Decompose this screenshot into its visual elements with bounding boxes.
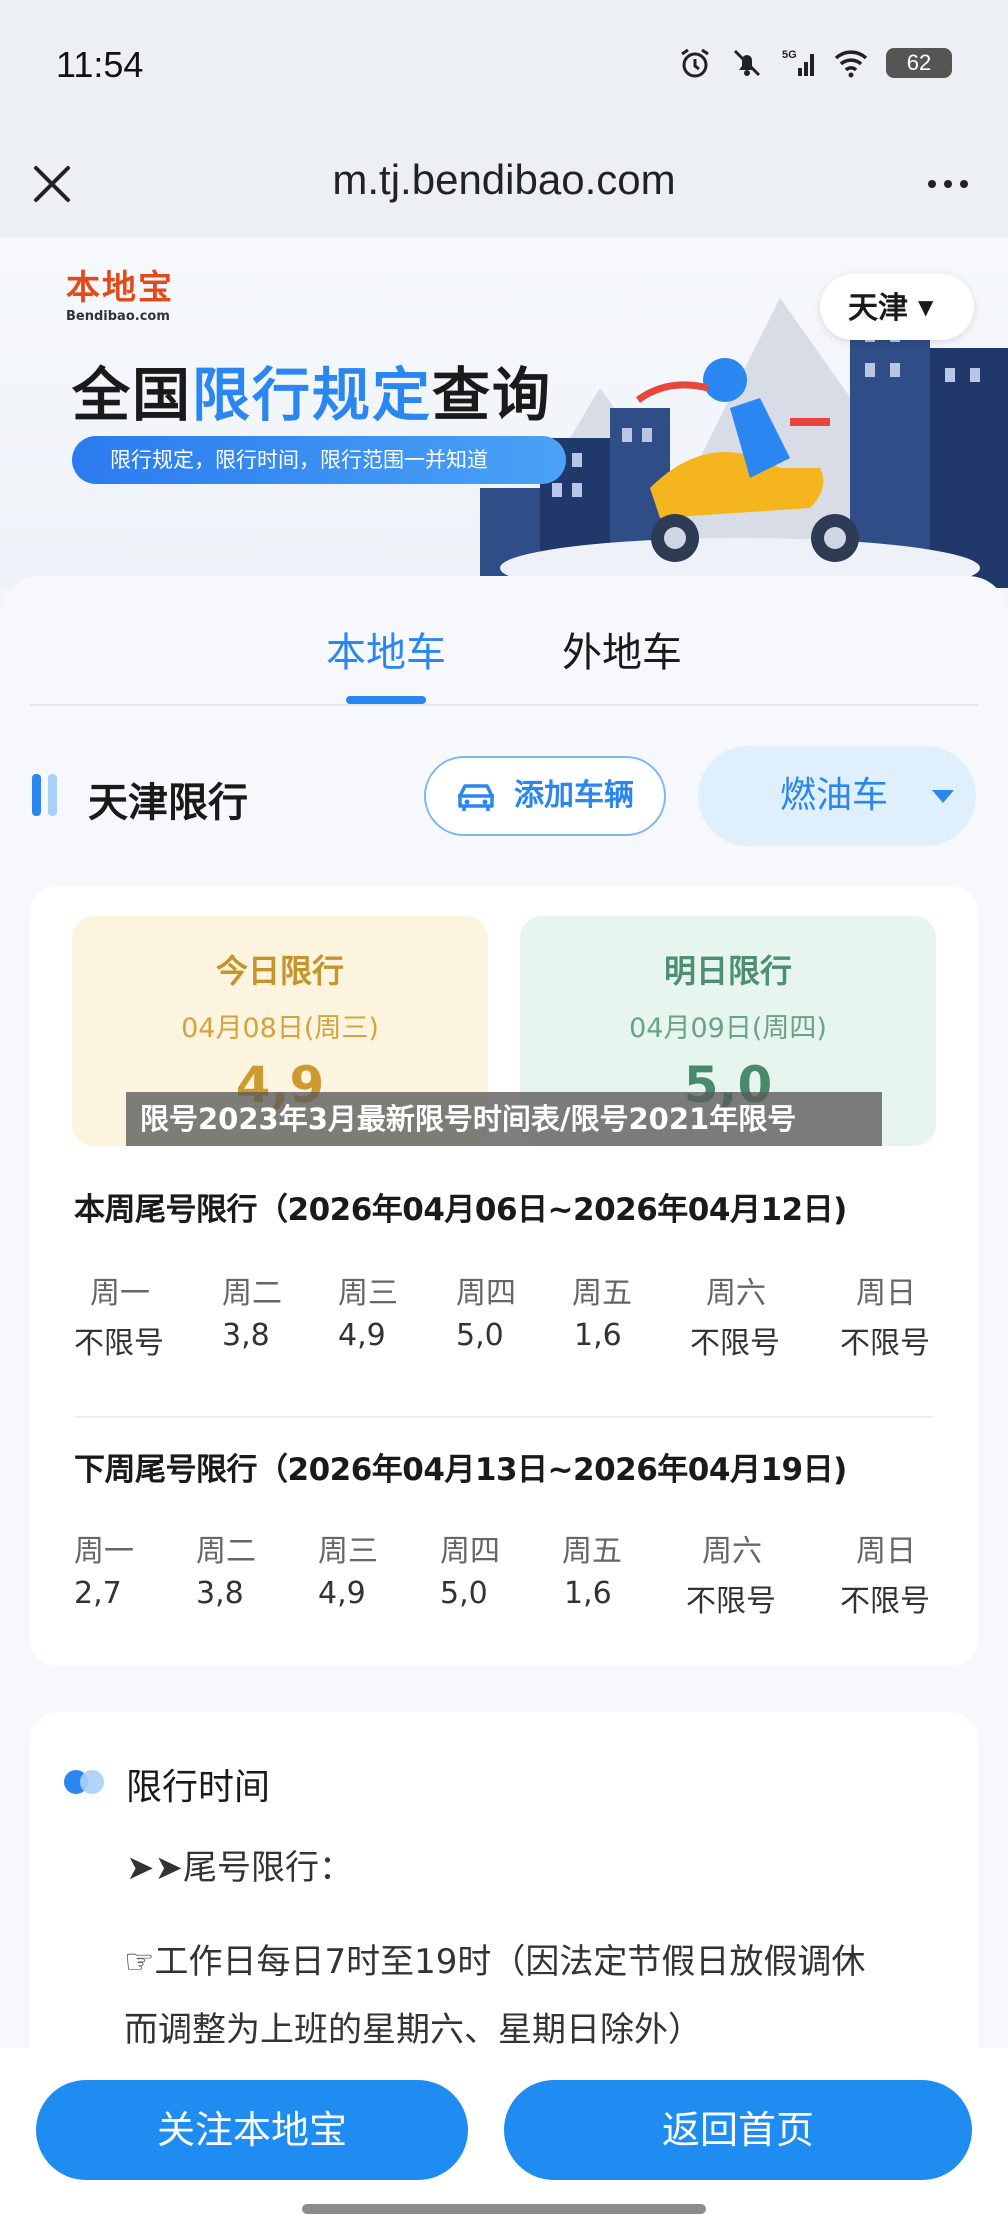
- restriction-value: 3,8: [222, 1318, 270, 1353]
- banner: 本地宝 Bendibao.com 全国限行规定查询 限行规定，限行时间，限行范围…: [0, 238, 1008, 588]
- caption-overlay: 限号2023年3月最新限号时间表/限号2021年限号: [126, 1092, 882, 1146]
- tab-local-vehicle[interactable]: 本地车: [326, 620, 446, 678]
- alarm-icon: [681, 48, 709, 78]
- status-time: 11:54: [56, 44, 144, 85]
- weekday-label: 周一: [74, 1534, 134, 1569]
- signal-icon: 5G: [782, 49, 814, 76]
- home-indicator[interactable]: [302, 2204, 706, 2214]
- svg-text:5G: 5G: [782, 49, 797, 61]
- weekday-label: 周一: [90, 1276, 150, 1311]
- restriction-card: 今日限行 04月08日(周三) 4,9 明日限行 04月09日(周四) 5,0 …: [30, 886, 978, 1666]
- fuel-type-selector[interactable]: 燃油车: [698, 746, 976, 846]
- weekday-label: 周四: [456, 1276, 516, 1311]
- restriction-value: 4,9: [338, 1318, 386, 1353]
- vehicle-tabs: 本地车 外地车: [30, 576, 978, 706]
- divider: [74, 1416, 934, 1418]
- this-week-title: 本周尾号限行（2026年04月06日~2026年04月12日): [74, 1192, 847, 1228]
- weekday-label: 周五: [572, 1276, 632, 1311]
- section-dot-light-icon: [80, 1770, 104, 1794]
- caret-down-icon: ▼: [918, 295, 934, 319]
- browser-bar: m.tj.bendibao.com: [0, 130, 1008, 238]
- weekday-label: 周二: [222, 1276, 282, 1311]
- main-card: 本地车 外地车 天津限行 添加车辆 燃油车 今日限行 04月08日(周三) 4,…: [0, 576, 1008, 2112]
- weekday-label: 周日: [856, 1276, 916, 1311]
- follow-bendibao-button[interactable]: 关注本地宝: [36, 2080, 468, 2180]
- weekday-label: 周二: [196, 1534, 256, 1569]
- section-header: 天津限行 添加车辆 燃油车: [0, 746, 1008, 846]
- status-icons: 5G 62: [678, 46, 952, 80]
- restriction-value: 不限号: [690, 1326, 780, 1361]
- more-options-icon[interactable]: [918, 154, 978, 214]
- restriction-value: 4,9: [318, 1576, 366, 1611]
- car-icon: [458, 784, 494, 811]
- close-icon[interactable]: [22, 154, 82, 214]
- restriction-value: 2,7: [74, 1576, 122, 1611]
- caret-down-icon: [932, 790, 954, 803]
- weekday-label: 周三: [338, 1276, 398, 1311]
- section-title: 天津限行: [88, 780, 248, 826]
- this-week-values-row: 不限号 3,8 4,9 5,0 1,6 不限号 不限号: [74, 1318, 954, 1361]
- city-selector[interactable]: 天津 ▼: [820, 274, 974, 340]
- add-vehicle-button[interactable]: 添加车辆: [424, 756, 666, 836]
- bendibao-logo: 本地宝 Bendibao.com: [66, 268, 174, 324]
- weekday-label: 周六: [706, 1276, 766, 1311]
- wifi-icon: [834, 50, 868, 78]
- weekday-label: 周四: [440, 1534, 500, 1569]
- tab-out-of-town-vehicle[interactable]: 外地车: [562, 620, 682, 678]
- tail-number-label: ➤➤尾号限行：: [126, 1848, 353, 1888]
- back-home-button[interactable]: 返回首页: [504, 2080, 972, 2180]
- restriction-value: 不限号: [686, 1584, 776, 1619]
- status-bar: 11:54 5G 62: [0, 0, 1008, 130]
- weekday-label: 周三: [318, 1534, 378, 1569]
- restriction-value: 1,6: [574, 1318, 622, 1353]
- active-tab-indicator: [346, 696, 426, 704]
- section-marker-light: [48, 774, 57, 816]
- rule-text-line2: 而调整为上班的星期六、星期日除外）: [124, 2010, 702, 2050]
- restriction-value: 3,8: [196, 1576, 244, 1611]
- restriction-value: 不限号: [840, 1326, 930, 1361]
- restriction-value: 1,6: [564, 1576, 612, 1611]
- weekday-label: 周日: [856, 1534, 916, 1569]
- this-week-days-row: 周一 周二 周三 周四 周五 周六 周日: [74, 1268, 954, 1311]
- section-marker: [32, 774, 41, 816]
- banner-title: 全国限行规定查询: [72, 361, 553, 429]
- url-bar[interactable]: m.tj.bendibao.com: [200, 156, 808, 204]
- restriction-value: 不限号: [840, 1584, 930, 1619]
- mute-icon: [733, 49, 761, 77]
- weekday-label: 周六: [702, 1534, 762, 1569]
- battery-icon: 62: [886, 48, 952, 78]
- restriction-time-title: 限行时间: [126, 1767, 271, 1808]
- restriction-value: 5,0: [440, 1576, 488, 1611]
- weekday-label: 周五: [562, 1534, 622, 1569]
- next-week-title: 下周尾号限行（2026年04月13日~2026年04月19日): [74, 1452, 847, 1488]
- next-week-values-row: 2,7 3,8 4,9 5,0 1,6 不限号 不限号: [74, 1576, 954, 1619]
- next-week-days-row: 周一 周二 周三 周四 周五 周六 周日: [74, 1526, 954, 1569]
- restriction-value: 不限号: [74, 1326, 164, 1361]
- banner-subtitle: 限行规定，限行时间，限行范围一并知道: [72, 436, 566, 484]
- restriction-value: 5,0: [456, 1318, 504, 1353]
- rule-text-line1: ☞工作日每日7时至19时（因法定节假日放假调休: [124, 1942, 866, 1982]
